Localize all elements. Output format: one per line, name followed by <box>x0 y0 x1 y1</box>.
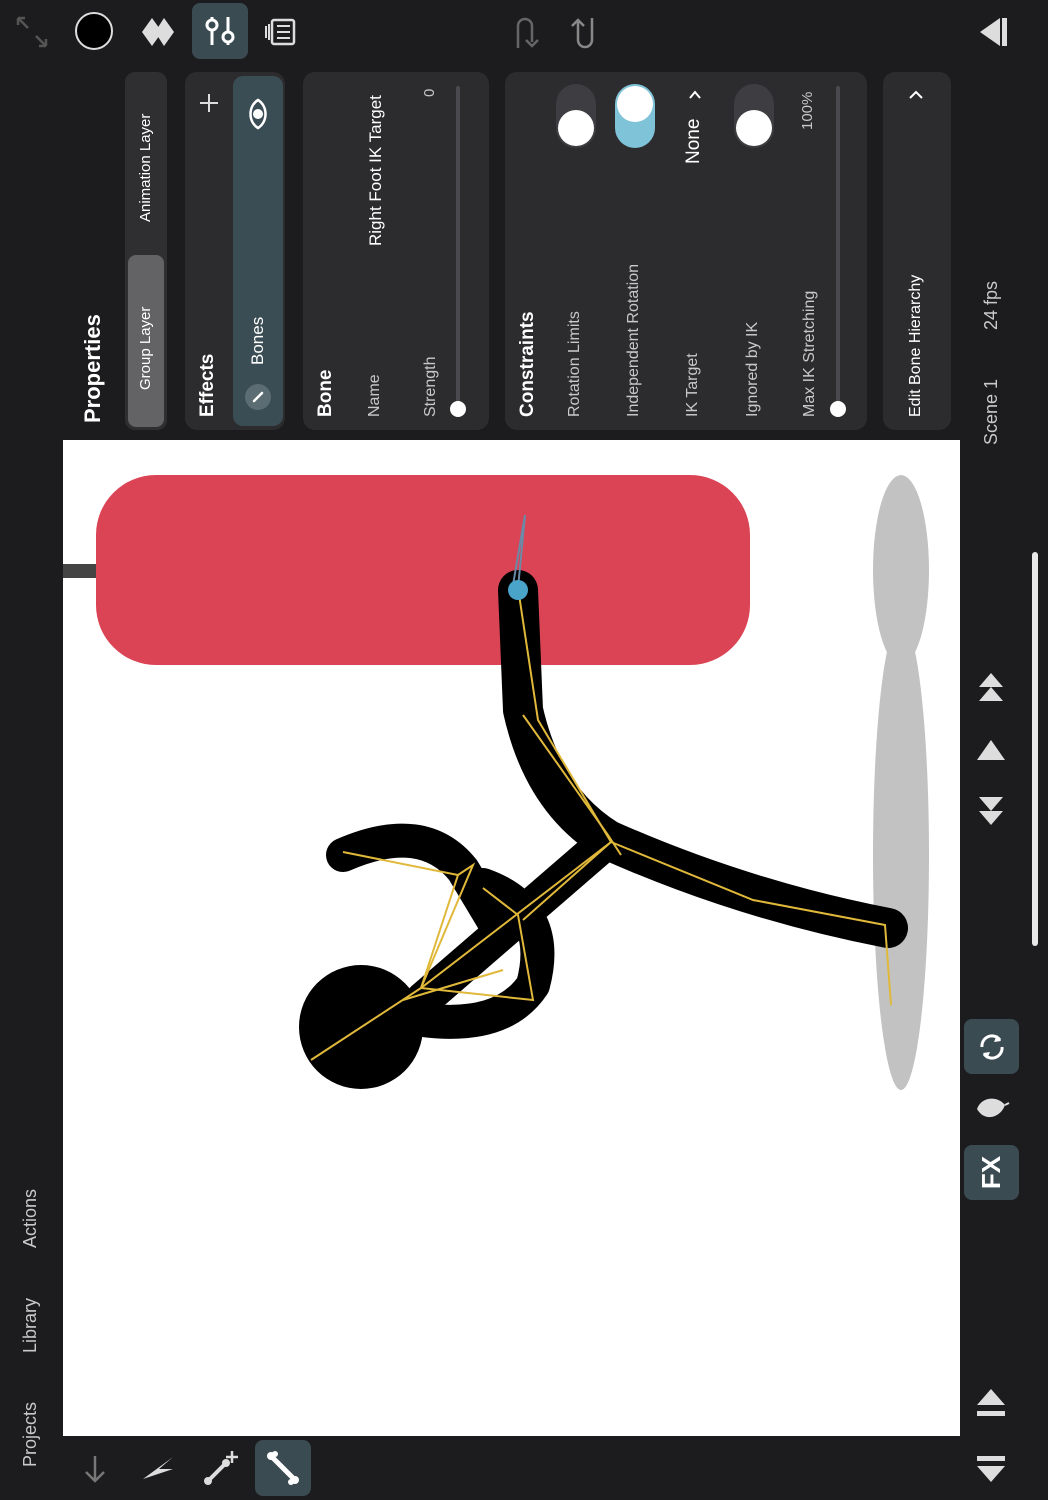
skip-start-icon[interactable] <box>971 666 1011 708</box>
shadow-bottom-shape <box>873 620 929 1090</box>
scene-label[interactable]: Scene 1 <box>981 379 1002 445</box>
color-circle-icon[interactable] <box>74 11 114 51</box>
collapse-icon[interactable] <box>14 14 50 50</box>
onion-skin-icon[interactable] <box>970 1088 1012 1130</box>
max-ik-stretching-label: Max IK Stretching <box>801 290 818 417</box>
tab-group-layer-label: Group Layer <box>137 306 154 390</box>
undo-icon[interactable] <box>506 12 542 52</box>
rope-shape <box>63 564 97 578</box>
visibility-icon[interactable] <box>242 96 274 132</box>
ik-target-label: IK Target <box>684 353 701 417</box>
ik-target-chevron-icon[interactable] <box>686 86 704 104</box>
loop-icon[interactable] <box>964 1019 1019 1074</box>
strength-value: 0 <box>421 88 438 97</box>
arrow-down-icon[interactable] <box>78 1450 112 1488</box>
play-icon[interactable] <box>971 730 1011 770</box>
ignored-by-ik-label: Ignored by IK <box>744 321 761 417</box>
max-ik-stretching-slider-track[interactable] <box>836 86 840 408</box>
tab-animation-layer-label[interactable]: Animation Layer <box>137 114 154 222</box>
redo-icon[interactable] <box>568 12 604 52</box>
ignored-by-ik-toggle[interactable] <box>734 84 774 148</box>
strength-slider-thumb[interactable] <box>450 401 466 417</box>
independent-rotation-toggle[interactable] <box>615 84 655 148</box>
ik-target-value[interactable]: None <box>683 119 705 164</box>
strength-label: Strength <box>422 356 439 417</box>
punching-bag-shape <box>96 475 750 665</box>
bone-icon <box>245 384 271 410</box>
effects-title: Effects <box>197 353 218 417</box>
diamond-icon[interactable] <box>138 12 178 52</box>
independent-rotation-label: Independent Rotation <box>625 263 642 417</box>
max-ik-stretching-value: 100% <box>799 91 816 130</box>
add-bone-icon[interactable] <box>200 1446 242 1490</box>
fps-label[interactable]: 24 fps <box>981 281 1002 330</box>
eject-up-icon[interactable] <box>971 1385 1011 1421</box>
ik-target-handle <box>508 580 528 600</box>
properties-title: Properties <box>80 314 105 423</box>
effect-item-bones-label: Bones <box>248 316 267 365</box>
nav-actions[interactable]: Actions <box>20 1189 41 1248</box>
fx-label: FX <box>975 1155 1006 1190</box>
max-ik-stretching-slider-thumb[interactable] <box>830 401 846 417</box>
edit-bone-hierarchy-label: Edit Bone Hierarchy <box>907 274 924 417</box>
eject-down-icon[interactable] <box>971 1452 1011 1488</box>
fx-button[interactable]: FX <box>964 1145 1019 1200</box>
scroll-indicator[interactable] <box>1032 552 1038 946</box>
nav-library[interactable]: Library <box>20 1298 41 1353</box>
expand-chevron-icon[interactable] <box>906 86 926 104</box>
rotation-limits-label: Rotation Limits <box>566 311 583 417</box>
bone-title: Bone <box>315 369 336 418</box>
nav-projects[interactable]: Projects <box>20 1402 41 1467</box>
add-effect-icon[interactable] <box>196 90 222 116</box>
stack-icon[interactable] <box>262 12 302 52</box>
rotation-limits-toggle[interactable] <box>556 84 596 148</box>
play-back-icon[interactable] <box>970 12 1014 52</box>
sliders-icon[interactable] <box>192 3 248 59</box>
bone-name-label: Name <box>366 374 383 417</box>
constraints-title: Constraints <box>517 311 538 417</box>
select-arrow-icon[interactable] <box>138 1448 178 1488</box>
bone-tool-icon[interactable] <box>255 1440 311 1496</box>
skip-end-icon[interactable] <box>971 790 1011 832</box>
drawing-canvas[interactable] <box>63 440 960 1436</box>
bone-name-value[interactable]: Right Foot IK Target <box>366 95 386 246</box>
strength-slider-track[interactable] <box>456 86 460 408</box>
